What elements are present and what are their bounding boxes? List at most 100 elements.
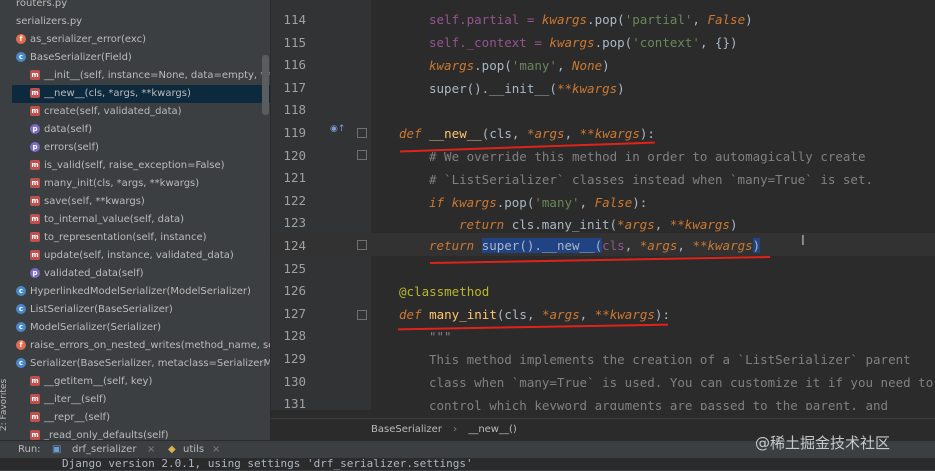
structure-item[interactable]: p errors(self) (12, 139, 270, 157)
code-line-127: def many_init(cls, *args, **kwargs): (399, 307, 670, 322)
fold-marker[interactable] (357, 150, 367, 160)
line-number: 130 (283, 373, 306, 389)
structure-item[interactable]: m __iter__(self) (12, 391, 270, 409)
method-icon: m (30, 250, 40, 260)
structure-scrollbar[interactable] (262, 55, 269, 115)
line-number: 119 (283, 125, 306, 140)
structure-item[interactable]: p validated_data(self) (12, 265, 270, 283)
line-number: 124 (283, 238, 306, 253)
method-icon: m (30, 232, 40, 242)
structure-item-label: as_serializer_error(exc) (30, 34, 147, 45)
code-line-116: kwargs.pop('many', None) (429, 58, 610, 73)
structure-item[interactable]: m save(self, **kwargs) (12, 193, 270, 211)
method-icon: m (30, 430, 40, 440)
fold-marker[interactable] (357, 128, 367, 138)
structure-item[interactable]: m __new__(cls, *args, **kwargs) (12, 85, 270, 103)
function-icon: f (16, 34, 26, 44)
structure-item-label: ListSerializer(BaseSerializer) (30, 304, 173, 315)
close-icon[interactable]: × (212, 442, 220, 458)
structure-item-label: serializers.py (16, 16, 83, 27)
structure-item-label: save(self, **kwargs) (44, 196, 145, 207)
breadcrumb-method[interactable]: __new__() (468, 424, 516, 435)
structure-item[interactable]: f as_serializer_error(exc) (12, 31, 270, 49)
structure-item[interactable]: m many_init(cls, *args, **kwargs) (12, 175, 270, 193)
class-icon: c (16, 286, 26, 296)
structure-item-label: to_internal_value(self, data) (44, 214, 185, 225)
code-line-124: return super().__new__(cls, *args, **kwa… (429, 238, 761, 253)
structure-item-label: errors(self) (44, 142, 99, 153)
structure-item[interactable]: m to_internal_value(self, data) (12, 211, 270, 229)
structure-item[interactable]: m is_valid(self, raise_exception=False) (12, 157, 270, 175)
structure-item[interactable]: m create(self, validated_data) (12, 103, 270, 121)
line-number: 122 (283, 192, 306, 208)
property-icon: p (30, 268, 40, 278)
structure-item[interactable]: m __getitem__(self, key) (12, 373, 270, 391)
code-line-131: control which keyword arguments are pass… (429, 398, 889, 410)
structure-item[interactable]: c ModelSerializer(Serializer) (12, 319, 270, 337)
function-icon: f (16, 340, 26, 350)
run-tab-utils[interactable]: utils (183, 442, 204, 458)
close-icon[interactable]: × (147, 442, 155, 458)
structure-item[interactable]: m update(self, instance, validated_data) (12, 247, 270, 265)
structure-item[interactable]: c BaseSerializer(Field) (12, 49, 270, 67)
python-icon: ◆ (168, 444, 176, 455)
structure-item[interactable]: m to_representation(self, instance) (12, 229, 270, 247)
override-icon[interactable]: ◉↑ (330, 124, 345, 134)
method-icon: m (30, 106, 40, 116)
structure-item-label: __getitem__(self, key) (44, 376, 153, 387)
structure-item[interactable]: c HyperlinkedModelSerializer(ModelSeriali… (12, 283, 270, 301)
code-line-115: self._context = kwargs.pop('context', {}… (429, 35, 738, 50)
structure-item[interactable]: m __repr__(self) (12, 409, 270, 427)
structure-item[interactable]: m __init__(self, instance=None, data=empt… (12, 67, 270, 85)
structure-item-label: HyperlinkedModelSerializer(ModelSerializ… (30, 286, 251, 297)
method-icon: m (30, 160, 40, 170)
structure-item[interactable]: serializers.py (12, 13, 270, 31)
favorites-tab[interactable]: 2: Favorites (0, 379, 9, 431)
method-icon: m (30, 196, 40, 206)
code-line-122: if kwargs.pop('many', False): (429, 195, 648, 210)
line-number: 131 (283, 396, 306, 412)
structure-item-label: create(self, validated_data) (44, 106, 182, 117)
structure-item-label: BaseSerializer(Field) (30, 52, 132, 63)
property-icon: p (30, 124, 40, 134)
structure-item-label: raise_errors_on_nested_writes(method_nam… (30, 340, 270, 351)
structure-item[interactable]: routers.py (12, 0, 270, 13)
method-icon: m (30, 178, 40, 188)
code-line-123: return cls.many_init(*args, **kwargs) (459, 217, 738, 232)
line-number: 120 (283, 147, 306, 163)
structure-item[interactable]: c Serializer(BaseSerializer, metaclass=Se… (12, 355, 270, 373)
structure-item[interactable]: f raise_errors_on_nested_writes(method_na… (12, 337, 270, 355)
method-icon: m (30, 412, 40, 422)
fold-marker[interactable] (357, 310, 367, 320)
run-config-icon: ▣ (52, 444, 62, 455)
class-icon: c (16, 358, 26, 368)
structure-item[interactable]: m _read_only_defaults(self) (12, 427, 270, 440)
watermark: @稀土掘金技术社区 (755, 434, 891, 452)
line-number: 126 (283, 283, 306, 299)
structure-item-label: validated_data(self) (44, 268, 144, 279)
structure-item[interactable]: c ListSerializer(BaseSerializer) (12, 301, 270, 319)
code-line-130: class when `many=True` is used. You can … (429, 375, 934, 390)
line-number: 118 (283, 102, 306, 118)
structure-item[interactable]: p data(self) (12, 121, 270, 139)
method-icon: m (30, 88, 40, 98)
structure-item-label: ModelSerializer(Serializer) (30, 322, 162, 333)
structure-item-label: data(self) (44, 124, 92, 135)
code-line-117: super().__init__(**kwargs) (429, 81, 625, 96)
breadcrumb-class[interactable]: BaseSerializer (371, 424, 442, 435)
line-number: 128 (283, 328, 306, 344)
structure-item-label: Serializer(BaseSerializer, metaclass=Ser… (30, 358, 270, 369)
run-label: Run: (18, 444, 41, 455)
fold-marker[interactable] (357, 240, 367, 250)
structure-item-label: __repr__(self) (44, 412, 110, 423)
code-line-126: @classmethod (399, 284, 490, 299)
line-number: 129 (283, 351, 306, 366)
code-editor[interactable]: self.partial = kwargs.pop('partial', Fal… (371, 0, 935, 410)
run-tab-drf-serializer[interactable]: drf_serializer (72, 442, 136, 458)
console-output: Django version 2.0.1, using settings 'dr… (0, 458, 935, 470)
line-number: 114 (283, 12, 306, 27)
code-line-119: def __new__(cls, *args, **kwargs): (399, 126, 655, 141)
class-icon: c (16, 304, 26, 314)
line-number: 123 (283, 215, 306, 231)
line-number: 116 (283, 57, 306, 73)
